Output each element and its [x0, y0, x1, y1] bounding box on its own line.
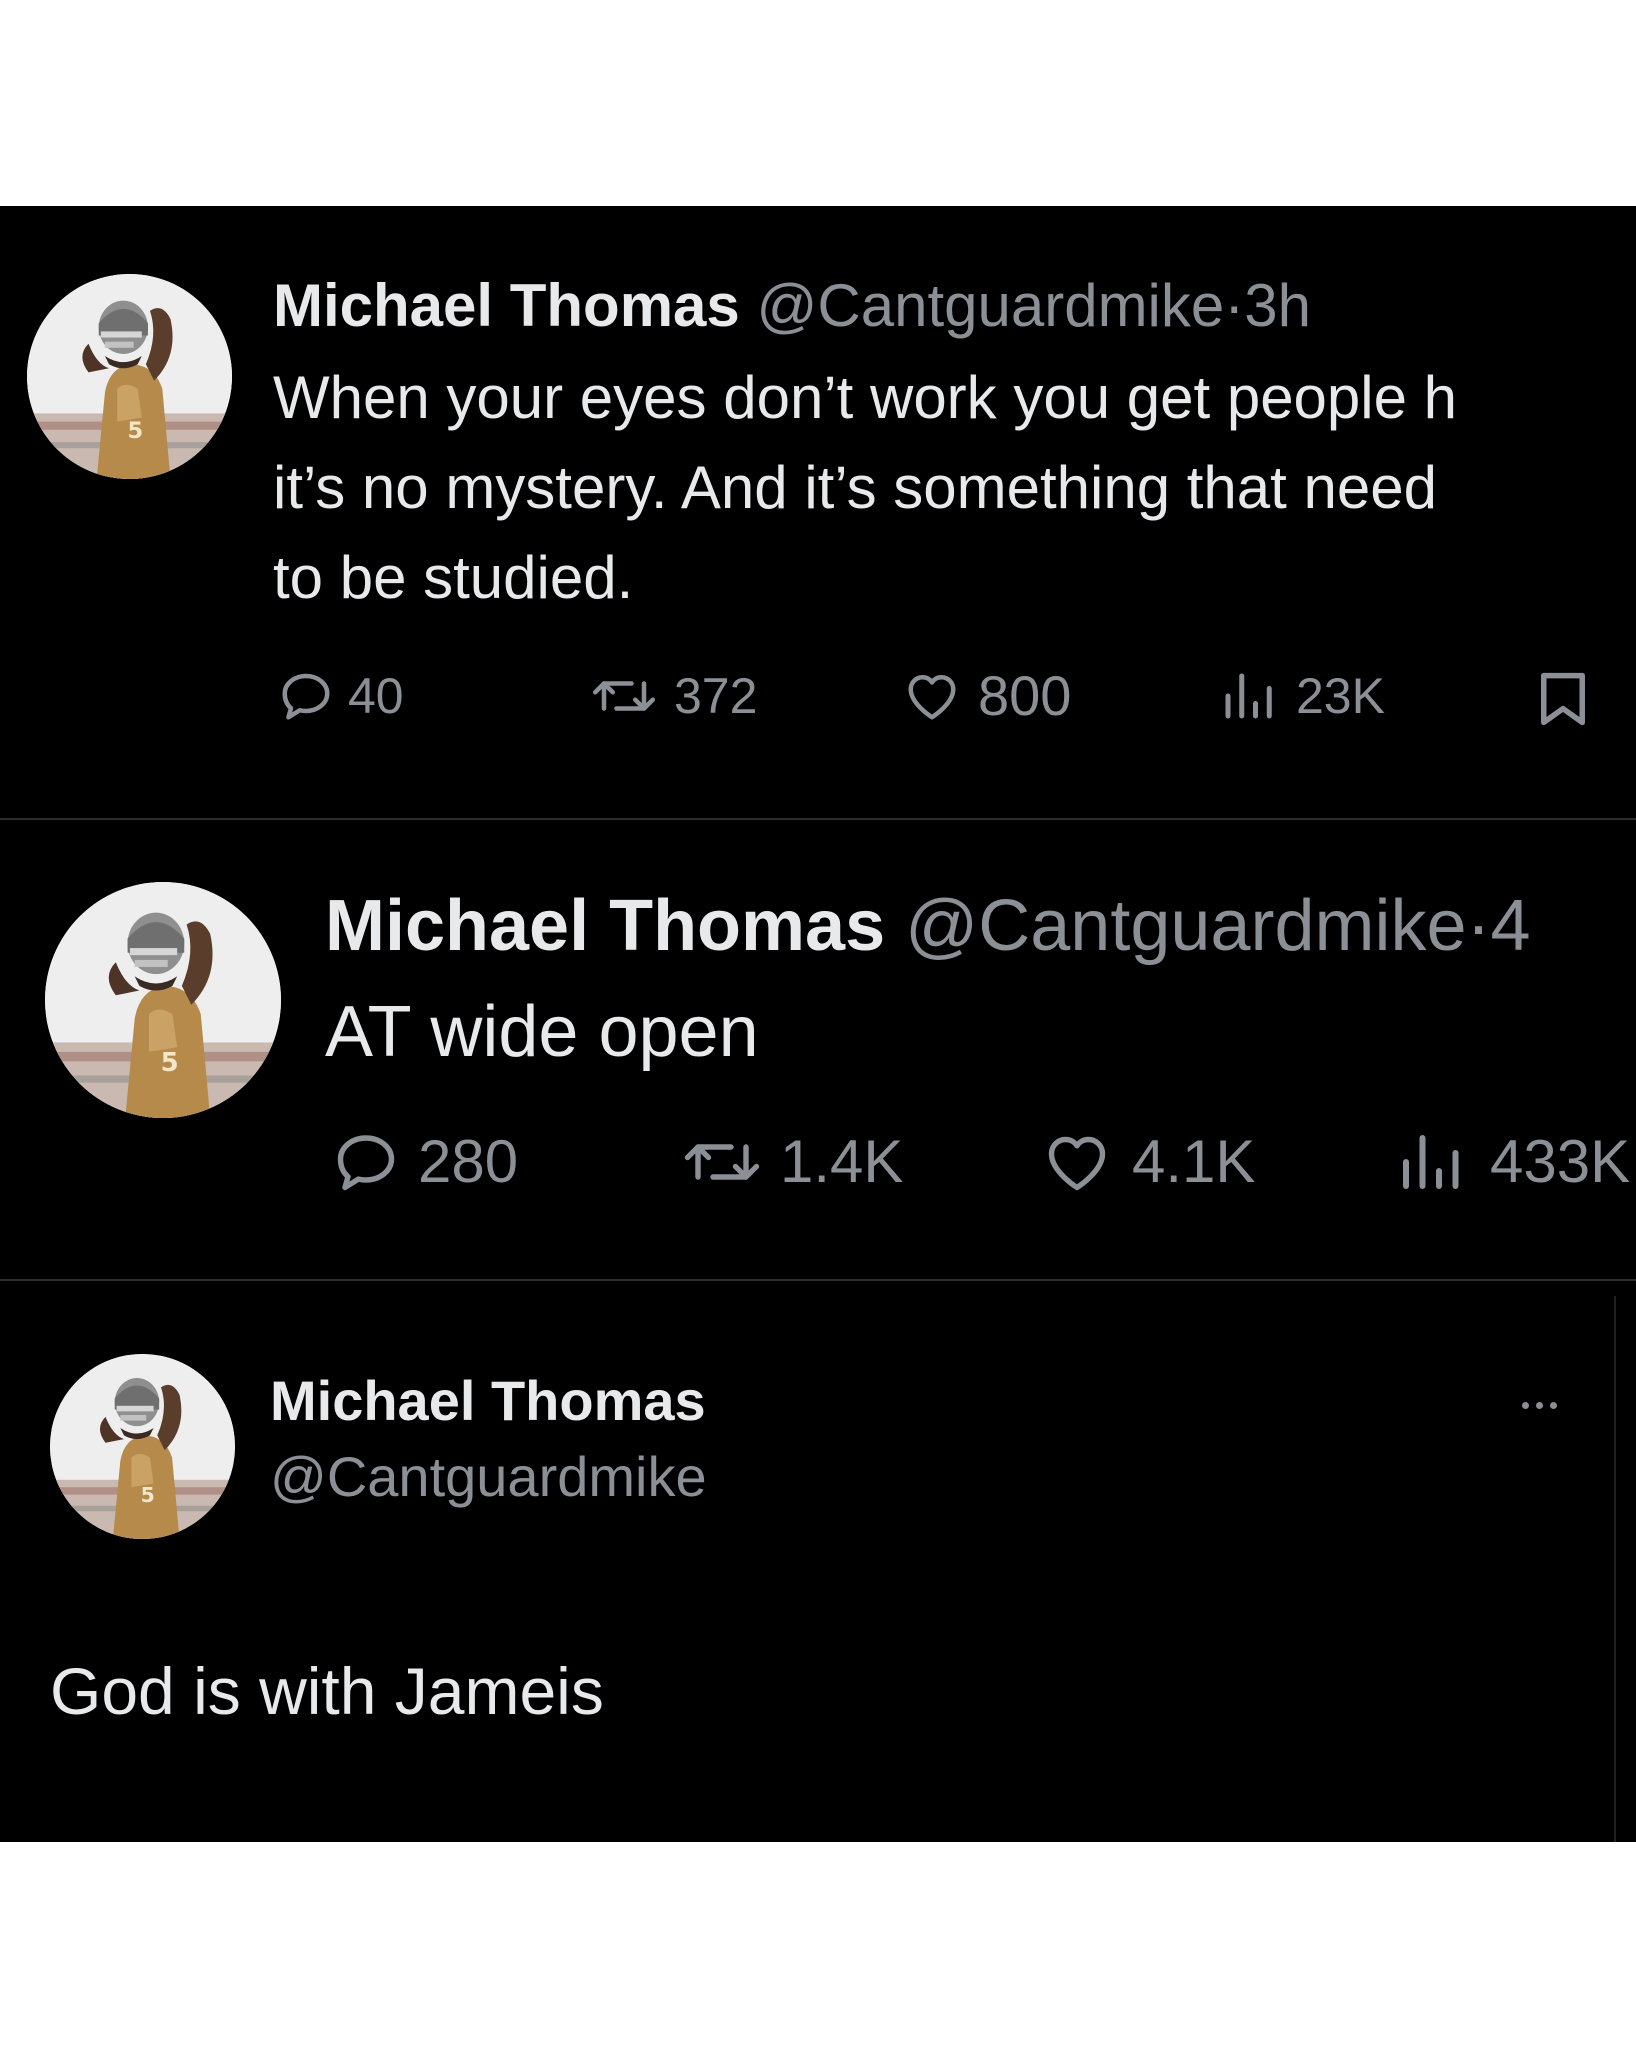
tweet-panel: Michael Thomas @Cantguardmike·3h When yo… [0, 206, 1636, 1842]
repost-button[interactable]: 372 [586, 666, 757, 726]
reply-icon [337, 1135, 395, 1191]
like-count: 800 [978, 664, 1072, 727]
bookmark-button[interactable] [1530, 666, 1596, 732]
right-edge-divider [1614, 1296, 1616, 1842]
repost-count: 372 [674, 668, 758, 724]
display-name[interactable]: Michael Thomas [273, 272, 740, 339]
user-handle[interactable]: @Cantguardmike [270, 1442, 707, 1512]
tweet-timestamp[interactable]: 3h [1244, 272, 1311, 339]
views-icon [1225, 673, 1272, 719]
like-button[interactable]: 800 [900, 666, 1071, 726]
tweet-text-line: AT wide open [325, 992, 759, 1072]
tweet-text-line: When your eyes don’t work you get people… [273, 364, 1458, 431]
reply-button[interactable]: 280 [330, 1126, 518, 1198]
tweet-header: Michael Thomas @Cantguardmike·4 [325, 876, 1531, 976]
like-count: 4.1K [1132, 1128, 1256, 1195]
like-button[interactable]: 4.1K [1038, 1126, 1255, 1198]
display-name[interactable]: Michael Thomas [325, 886, 885, 966]
heart-icon [908, 675, 956, 720]
reply-count: 280 [418, 1128, 519, 1195]
more-button[interactable] [1522, 1402, 1557, 1409]
views-icon [1403, 1135, 1459, 1189]
reply-count: 40 [348, 668, 404, 724]
user-handle[interactable]: @Cantguardmike [756, 272, 1224, 339]
divider [0, 818, 1636, 820]
heart-icon [1048, 1136, 1106, 1191]
views-button[interactable]: 433K [1394, 1126, 1630, 1198]
avatar[interactable] [27, 274, 232, 479]
meta-separator: · [1224, 272, 1245, 339]
repost-count: 1.4K [780, 1128, 904, 1195]
tweet-header: Michael Thomas @Cantguardmike·3h [273, 266, 1311, 346]
tweet-text-line: to be studied. [273, 544, 634, 611]
more-icon [1522, 1402, 1529, 1409]
avatar-image [50, 1354, 235, 1539]
views-count: 23K [1296, 668, 1385, 724]
tweet-text-line: God is with Jameis [50, 1654, 604, 1728]
repost-button[interactable]: 1.4K [676, 1126, 903, 1198]
tweet-text-line: it’s no mystery. And it’s something that… [273, 454, 1437, 521]
user-handle[interactable]: @Cantguardmike [905, 886, 1466, 966]
more-icon-dot [1550, 1402, 1557, 1409]
avatar[interactable] [45, 882, 281, 1118]
views-count: 433K [1490, 1128, 1631, 1195]
repost-icon [593, 681, 655, 711]
repost-icon [684, 1144, 760, 1180]
avatar[interactable] [50, 1354, 235, 1539]
divider [0, 1279, 1636, 1281]
display-name[interactable]: Michael Thomas [270, 1366, 706, 1436]
reply-button[interactable]: 40 [276, 666, 404, 726]
avatar-image [45, 882, 281, 1118]
reply-icon [282, 673, 330, 720]
tweet-timestamp[interactable]: 4 [1491, 886, 1531, 966]
bookmark-icon [1541, 672, 1585, 726]
more-icon-dot [1536, 1402, 1543, 1409]
avatar-image [27, 274, 232, 479]
views-button[interactable]: 23K [1218, 666, 1385, 726]
meta-separator: · [1466, 886, 1491, 966]
